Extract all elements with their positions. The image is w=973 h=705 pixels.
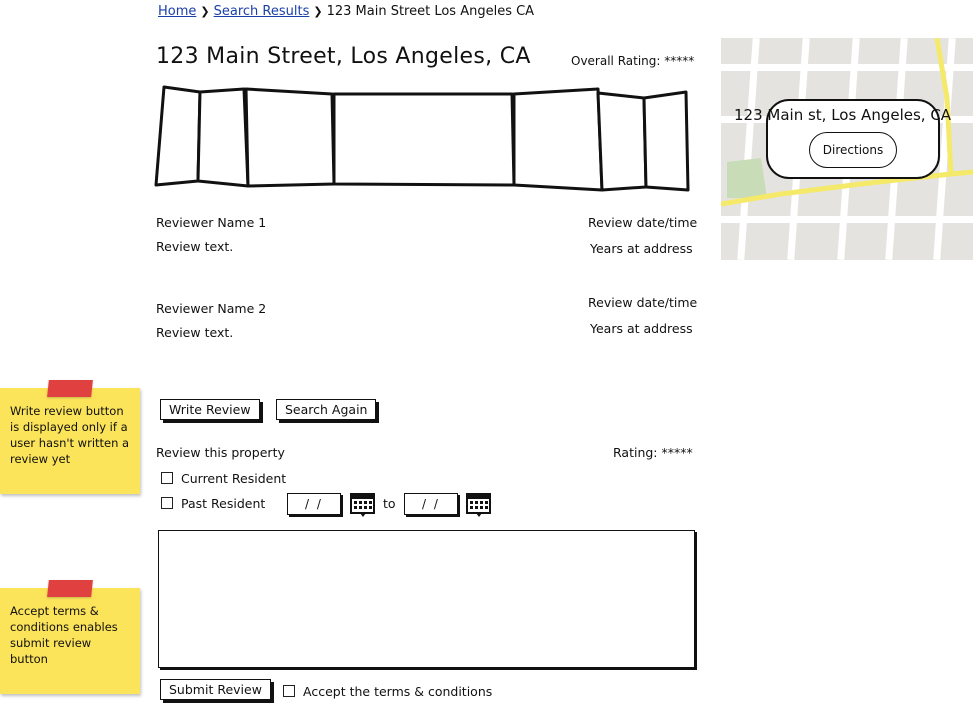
accept-terms-checkbox[interactable]: Accept the terms & conditions: [283, 684, 492, 699]
chevron-right-icon: ❯: [200, 5, 210, 18]
accept-terms-label: Accept the terms & conditions: [303, 684, 493, 699]
checkbox-box[interactable]: [283, 685, 295, 697]
reviewer-name: Reviewer Name 1: [156, 215, 267, 230]
review-text: Review text.: [156, 239, 234, 254]
sticky-note-text: Write review button is displayed only if…: [10, 404, 130, 466]
years-at-address: Years at address: [590, 321, 693, 336]
page-title: 123 Main Street, Los Angeles, CA: [156, 44, 531, 69]
breadcrumb-search-results-link[interactable]: Search Results: [214, 4, 310, 19]
past-resident-label: Past Resident: [181, 496, 266, 511]
calendar-icon[interactable]: [350, 492, 376, 518]
image-carousel[interactable]: [152, 80, 692, 195]
carousel-image: [642, 90, 690, 192]
rating-input[interactable]: Rating: *****: [613, 445, 693, 460]
carousel-image: [596, 91, 648, 192]
date-range-to-label: to: [383, 496, 396, 511]
review-date: Review date/time: [588, 295, 698, 310]
review-text: Review text.: [156, 325, 234, 340]
directions-button[interactable]: Directions: [809, 132, 897, 168]
carousel-image: [196, 87, 250, 188]
sticky-note: Write review button is displayed only if…: [0, 380, 140, 494]
submit-review-button[interactable]: Submit Review: [160, 679, 271, 700]
tape-icon: [47, 380, 93, 397]
current-resident-label: Current Resident: [181, 471, 287, 486]
review-form-heading: Review this property: [156, 445, 285, 460]
breadcrumb-current: 123 Main Street Los Angeles CA: [326, 4, 535, 19]
past-resident-checkbox[interactable]: Past Resident: [161, 496, 265, 511]
carousel-image: [512, 87, 604, 192]
overall-rating: Overall Rating: *****: [571, 54, 695, 68]
date-from-field[interactable]: / /: [287, 493, 341, 515]
chevron-right-icon: ❯: [313, 5, 323, 18]
review-date: Review date/time: [588, 215, 698, 230]
map-address-label: 123 Main st, Los Angeles, CA: [734, 106, 952, 124]
reviewer-name: Reviewer Name 2: [156, 301, 267, 316]
checkbox-box[interactable]: [161, 497, 173, 509]
write-review-button[interactable]: Write Review: [160, 399, 260, 420]
date-to-field[interactable]: / /: [404, 493, 458, 515]
years-at-address: Years at address: [590, 241, 693, 256]
current-resident-checkbox[interactable]: Current Resident: [161, 471, 286, 486]
sticky-note-text: Accept terms & conditions enables submit…: [10, 604, 118, 666]
carousel-image: [154, 85, 202, 187]
carousel-image: [332, 92, 516, 187]
breadcrumb: Home ❯ Search Results ❯ 123 Main Street Los …: [158, 4, 534, 19]
carousel-image: [244, 87, 336, 188]
calendar-icon[interactable]: [466, 492, 492, 518]
checkbox-box[interactable]: [161, 472, 173, 484]
sticky-note: Accept terms & conditions enables submit…: [0, 580, 140, 694]
tape-icon: [47, 580, 93, 597]
search-again-button[interactable]: Search Again: [276, 399, 377, 420]
review-textarea[interactable]: [158, 530, 695, 668]
breadcrumb-home-link[interactable]: Home: [158, 4, 196, 19]
